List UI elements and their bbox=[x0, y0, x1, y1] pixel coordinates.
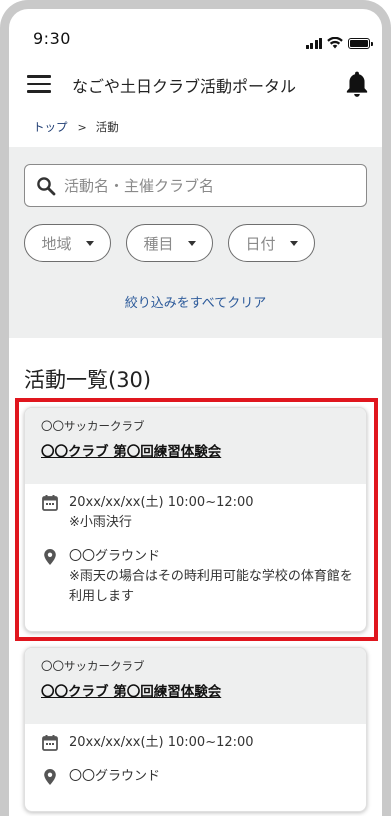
chevron-down-icon bbox=[289, 240, 298, 246]
date-text: 20xx/xx/xx(土) 10:00~12:00 bbox=[69, 733, 254, 753]
card-title-link[interactable]: 〇〇クラブ 第〇回練習体験会 bbox=[41, 680, 221, 700]
calendar-icon bbox=[42, 495, 58, 511]
card-header: 〇〇サッカークラブ 〇〇クラブ 第〇回練習体験会 bbox=[25, 648, 366, 724]
location-pin-icon bbox=[44, 769, 56, 785]
region-filter-chip[interactable]: 地域 bbox=[24, 224, 111, 262]
card-organizer: 〇〇サッカークラブ bbox=[41, 419, 145, 433]
chip-label: 種目 bbox=[143, 234, 174, 253]
date-row: 20xx/xx/xx(土) 10:00~12:00 ※小雨決行 bbox=[41, 493, 354, 533]
wifi-icon bbox=[327, 37, 343, 49]
status-icons bbox=[305, 37, 373, 49]
breadcrumb-current: 活動 bbox=[95, 120, 119, 134]
date-text: 20xx/xx/xx(土) 10:00~12:00 ※小雨決行 bbox=[69, 493, 254, 533]
search-input[interactable] bbox=[64, 176, 344, 195]
status-time: 9:30 bbox=[33, 29, 71, 48]
bell-icon[interactable] bbox=[344, 70, 370, 98]
card-organizer: 〇〇サッカークラブ bbox=[41, 659, 145, 673]
screen: 9:30 なごや土日クラブ活動ポータル トップ > 活動 活動名・主催クラブ名 … bbox=[9, 9, 382, 816]
card-date: 20xx/xx/xx(土) 10:00~12:00 bbox=[69, 495, 254, 510]
card-date: 20xx/xx/xx(土) 10:00~12:00 bbox=[69, 735, 254, 750]
clear-filters-link[interactable]: 絞り込みをすべてクリア bbox=[9, 292, 382, 311]
card-date-note: ※小雨決行 bbox=[69, 515, 132, 530]
card-title-link[interactable]: 〇〇クラブ 第〇回練習体験会 bbox=[41, 440, 221, 460]
chevron-down-icon bbox=[85, 240, 94, 246]
chip-label: 地域 bbox=[41, 234, 72, 253]
search-icon bbox=[37, 176, 56, 195]
status-bar: 9:30 bbox=[9, 9, 382, 59]
breadcrumb-home-link[interactable]: トップ bbox=[33, 119, 68, 135]
card-place: 〇〇グラウンド bbox=[69, 549, 161, 564]
search-box[interactable] bbox=[24, 164, 367, 207]
filter-panel: 地域 種目 日付 絞り込みをすべてクリア bbox=[9, 147, 382, 338]
date-row: 20xx/xx/xx(土) 10:00~12:00 bbox=[41, 733, 354, 753]
calendar-icon bbox=[42, 735, 58, 751]
card-header: 〇〇サッカークラブ 〇〇クラブ 第〇回練習体験会 bbox=[25, 408, 366, 484]
list-title: 活動一覧(30) bbox=[24, 368, 152, 392]
battery-icon bbox=[348, 37, 373, 49]
menu-icon[interactable] bbox=[27, 75, 51, 93]
app-header: なごや土日クラブ活動ポータル bbox=[9, 59, 382, 107]
filter-chips: 地域 種目 日付 bbox=[24, 224, 315, 262]
signal-icon bbox=[305, 37, 322, 49]
breadcrumb-separator: > bbox=[77, 120, 87, 134]
activity-card[interactable]: 〇〇サッカークラブ 〇〇クラブ 第〇回練習体験会 20xx/xx/xx(土) 1… bbox=[24, 647, 367, 812]
chip-label: 日付 bbox=[245, 234, 276, 253]
place-row: 〇〇グラウンド ※雨天の場合はその時利用可能な学校の体育館を利用します bbox=[41, 547, 354, 607]
place-row: 〇〇グラウンド bbox=[41, 767, 354, 787]
card-place-note: ※雨天の場合はその時利用可能な学校の体育館を利用します bbox=[69, 569, 353, 604]
breadcrumb: トップ > 活動 bbox=[9, 107, 382, 147]
place-text: 〇〇グラウンド ※雨天の場合はその時利用可能な学校の体育館を利用します bbox=[69, 547, 354, 607]
activity-card[interactable]: 〇〇サッカークラブ 〇〇クラブ 第〇回練習体験会 20xx/xx/xx(土) 1… bbox=[24, 407, 367, 632]
card-place: 〇〇グラウンド bbox=[69, 769, 161, 784]
card-body: 20xx/xx/xx(土) 10:00~12:00 ※小雨決行 〇〇グラウンド … bbox=[25, 493, 366, 607]
date-filter-chip[interactable]: 日付 bbox=[228, 224, 315, 262]
sport-filter-chip[interactable]: 種目 bbox=[126, 224, 213, 262]
card-body: 20xx/xx/xx(土) 10:00~12:00 〇〇グラウンド bbox=[25, 733, 366, 787]
place-text: 〇〇グラウンド bbox=[69, 767, 160, 787]
phone-frame: 9:30 なごや土日クラブ活動ポータル トップ > 活動 活動名・主催クラブ名 … bbox=[0, 0, 391, 816]
location-pin-icon bbox=[44, 549, 56, 565]
chevron-down-icon bbox=[187, 240, 196, 246]
app-title: なごや土日クラブ活動ポータル bbox=[72, 77, 297, 96]
